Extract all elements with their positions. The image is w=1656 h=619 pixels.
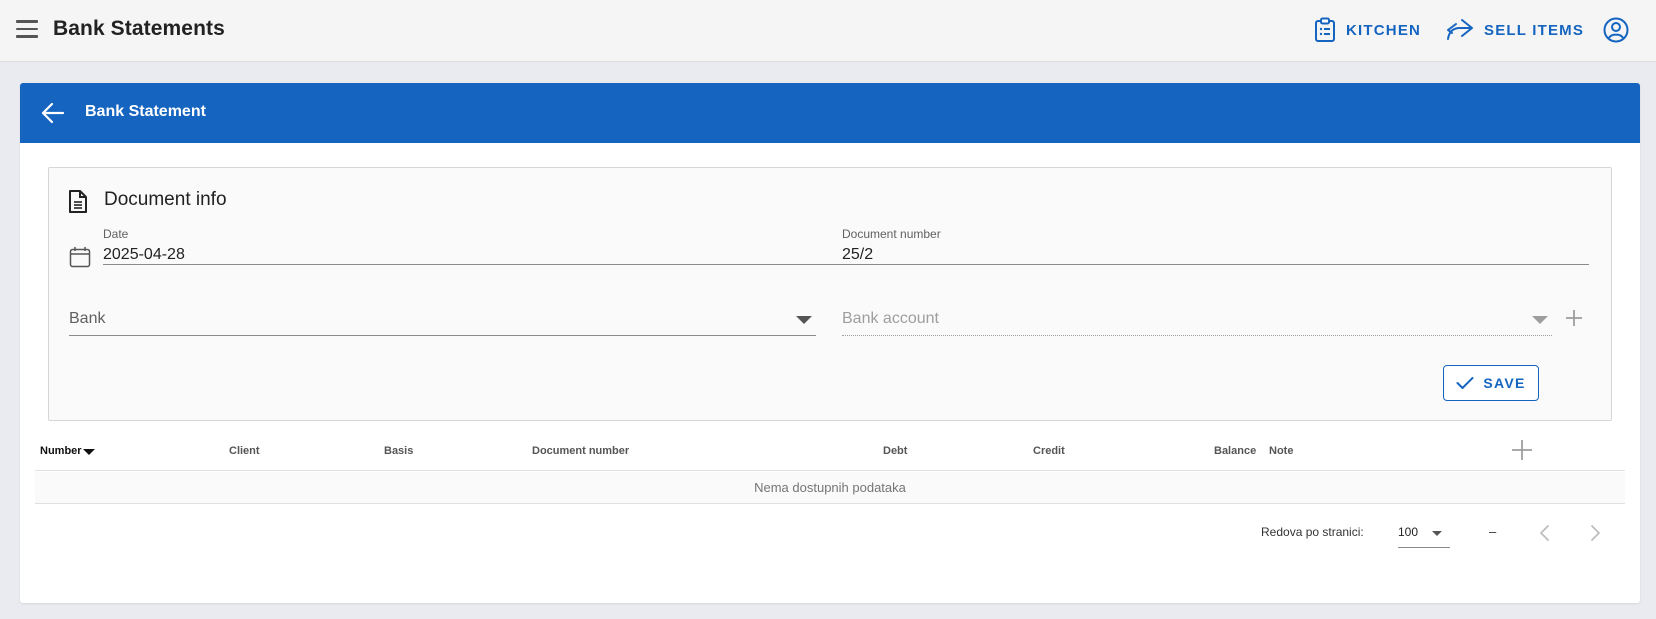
panel-title: Document info <box>104 189 227 210</box>
clipboard-list-icon <box>1315 17 1335 42</box>
bank-account-underline <box>842 335 1552 336</box>
date-underline <box>103 264 850 265</box>
column-header-document-number[interactable]: Document number <box>532 445 629 457</box>
card-title: Bank Statement <box>85 103 206 120</box>
rows-per-page-select[interactable]: 100 <box>1398 518 1450 548</box>
chevron-right-icon[interactable] <box>1585 523 1605 543</box>
column-header-note[interactable]: Note <box>1269 445 1293 457</box>
column-header-basis[interactable]: Basis <box>384 445 413 457</box>
document-icon <box>69 190 87 213</box>
table-header: Number Client Basis Document number Debt… <box>35 425 1625 471</box>
sell-items-label: SELL ITEMS <box>1484 21 1585 39</box>
date-value: 2025-04-28 <box>103 246 185 263</box>
save-label: SAVE <box>1483 375 1526 391</box>
calendar-icon[interactable] <box>69 246 91 268</box>
bank-select[interactable]: Bank <box>69 302 816 336</box>
pagination: Redova po stranici: 100 – <box>20 504 1640 564</box>
card-header: Bank Statement <box>20 83 1640 143</box>
page-range: – <box>1489 524 1497 539</box>
column-header-label: Number <box>40 445 82 457</box>
save-button[interactable]: SAVE <box>1443 365 1539 401</box>
date-field[interactable]: Date 2025-04-28 <box>103 227 850 265</box>
kitchen-label: KITCHEN <box>1346 21 1422 39</box>
column-header-balance[interactable]: Balance <box>1214 445 1256 457</box>
bank-account-select[interactable]: Bank account <box>842 302 1552 336</box>
bank-underline <box>69 335 816 336</box>
column-header-debt[interactable]: Debt <box>883 445 907 457</box>
plus-icon[interactable] <box>1564 308 1584 328</box>
rows-per-page-label: Redova po stranici: <box>1261 525 1364 539</box>
kitchen-button[interactable]: KITCHEN <box>1314 14 1421 46</box>
app-title: Bank Statements <box>53 17 225 40</box>
account-circle-icon[interactable] <box>1602 16 1630 44</box>
document-info-panel: Document info Date 2025-04-28 Document n… <box>48 167 1612 421</box>
bank-placeholder: Bank <box>69 310 106 327</box>
sell-items-button[interactable]: SELL ITEMS <box>1444 14 1584 46</box>
date-label: Date <box>103 227 129 241</box>
column-header-number[interactable]: Number <box>40 445 95 457</box>
dropdown-arrow-icon <box>1432 531 1442 536</box>
arrow-left-icon[interactable] <box>40 101 66 125</box>
dropdown-arrow-icon <box>796 316 812 324</box>
document-number-label: Document number <box>842 227 941 241</box>
sort-desc-icon <box>82 448 95 455</box>
dropdown-arrow-icon <box>1532 316 1548 324</box>
bank-account-placeholder: Bank account <box>842 310 939 327</box>
chevron-left-icon[interactable] <box>1535 523 1555 543</box>
check-icon <box>1456 377 1474 389</box>
bank-statement-card: Bank Statement Document info Date 2025-0… <box>20 83 1640 603</box>
top-app-bar: Bank Statements KITCHEN SELL ITEMS <box>0 0 1656 62</box>
empty-table-message: Nema dostupnih podataka <box>35 472 1625 504</box>
menu-icon[interactable] <box>16 20 38 40</box>
column-header-credit[interactable]: Credit <box>1033 445 1065 457</box>
plus-icon[interactable] <box>1510 438 1534 462</box>
document-number-underline <box>842 264 1589 265</box>
column-header-client[interactable]: Client <box>229 445 260 457</box>
document-number-value: 25/2 <box>842 246 874 263</box>
share-arrow-icon <box>1447 19 1473 40</box>
rows-per-page-value: 100 <box>1398 525 1419 539</box>
document-number-field[interactable]: Document number 25/2 <box>842 227 1589 265</box>
